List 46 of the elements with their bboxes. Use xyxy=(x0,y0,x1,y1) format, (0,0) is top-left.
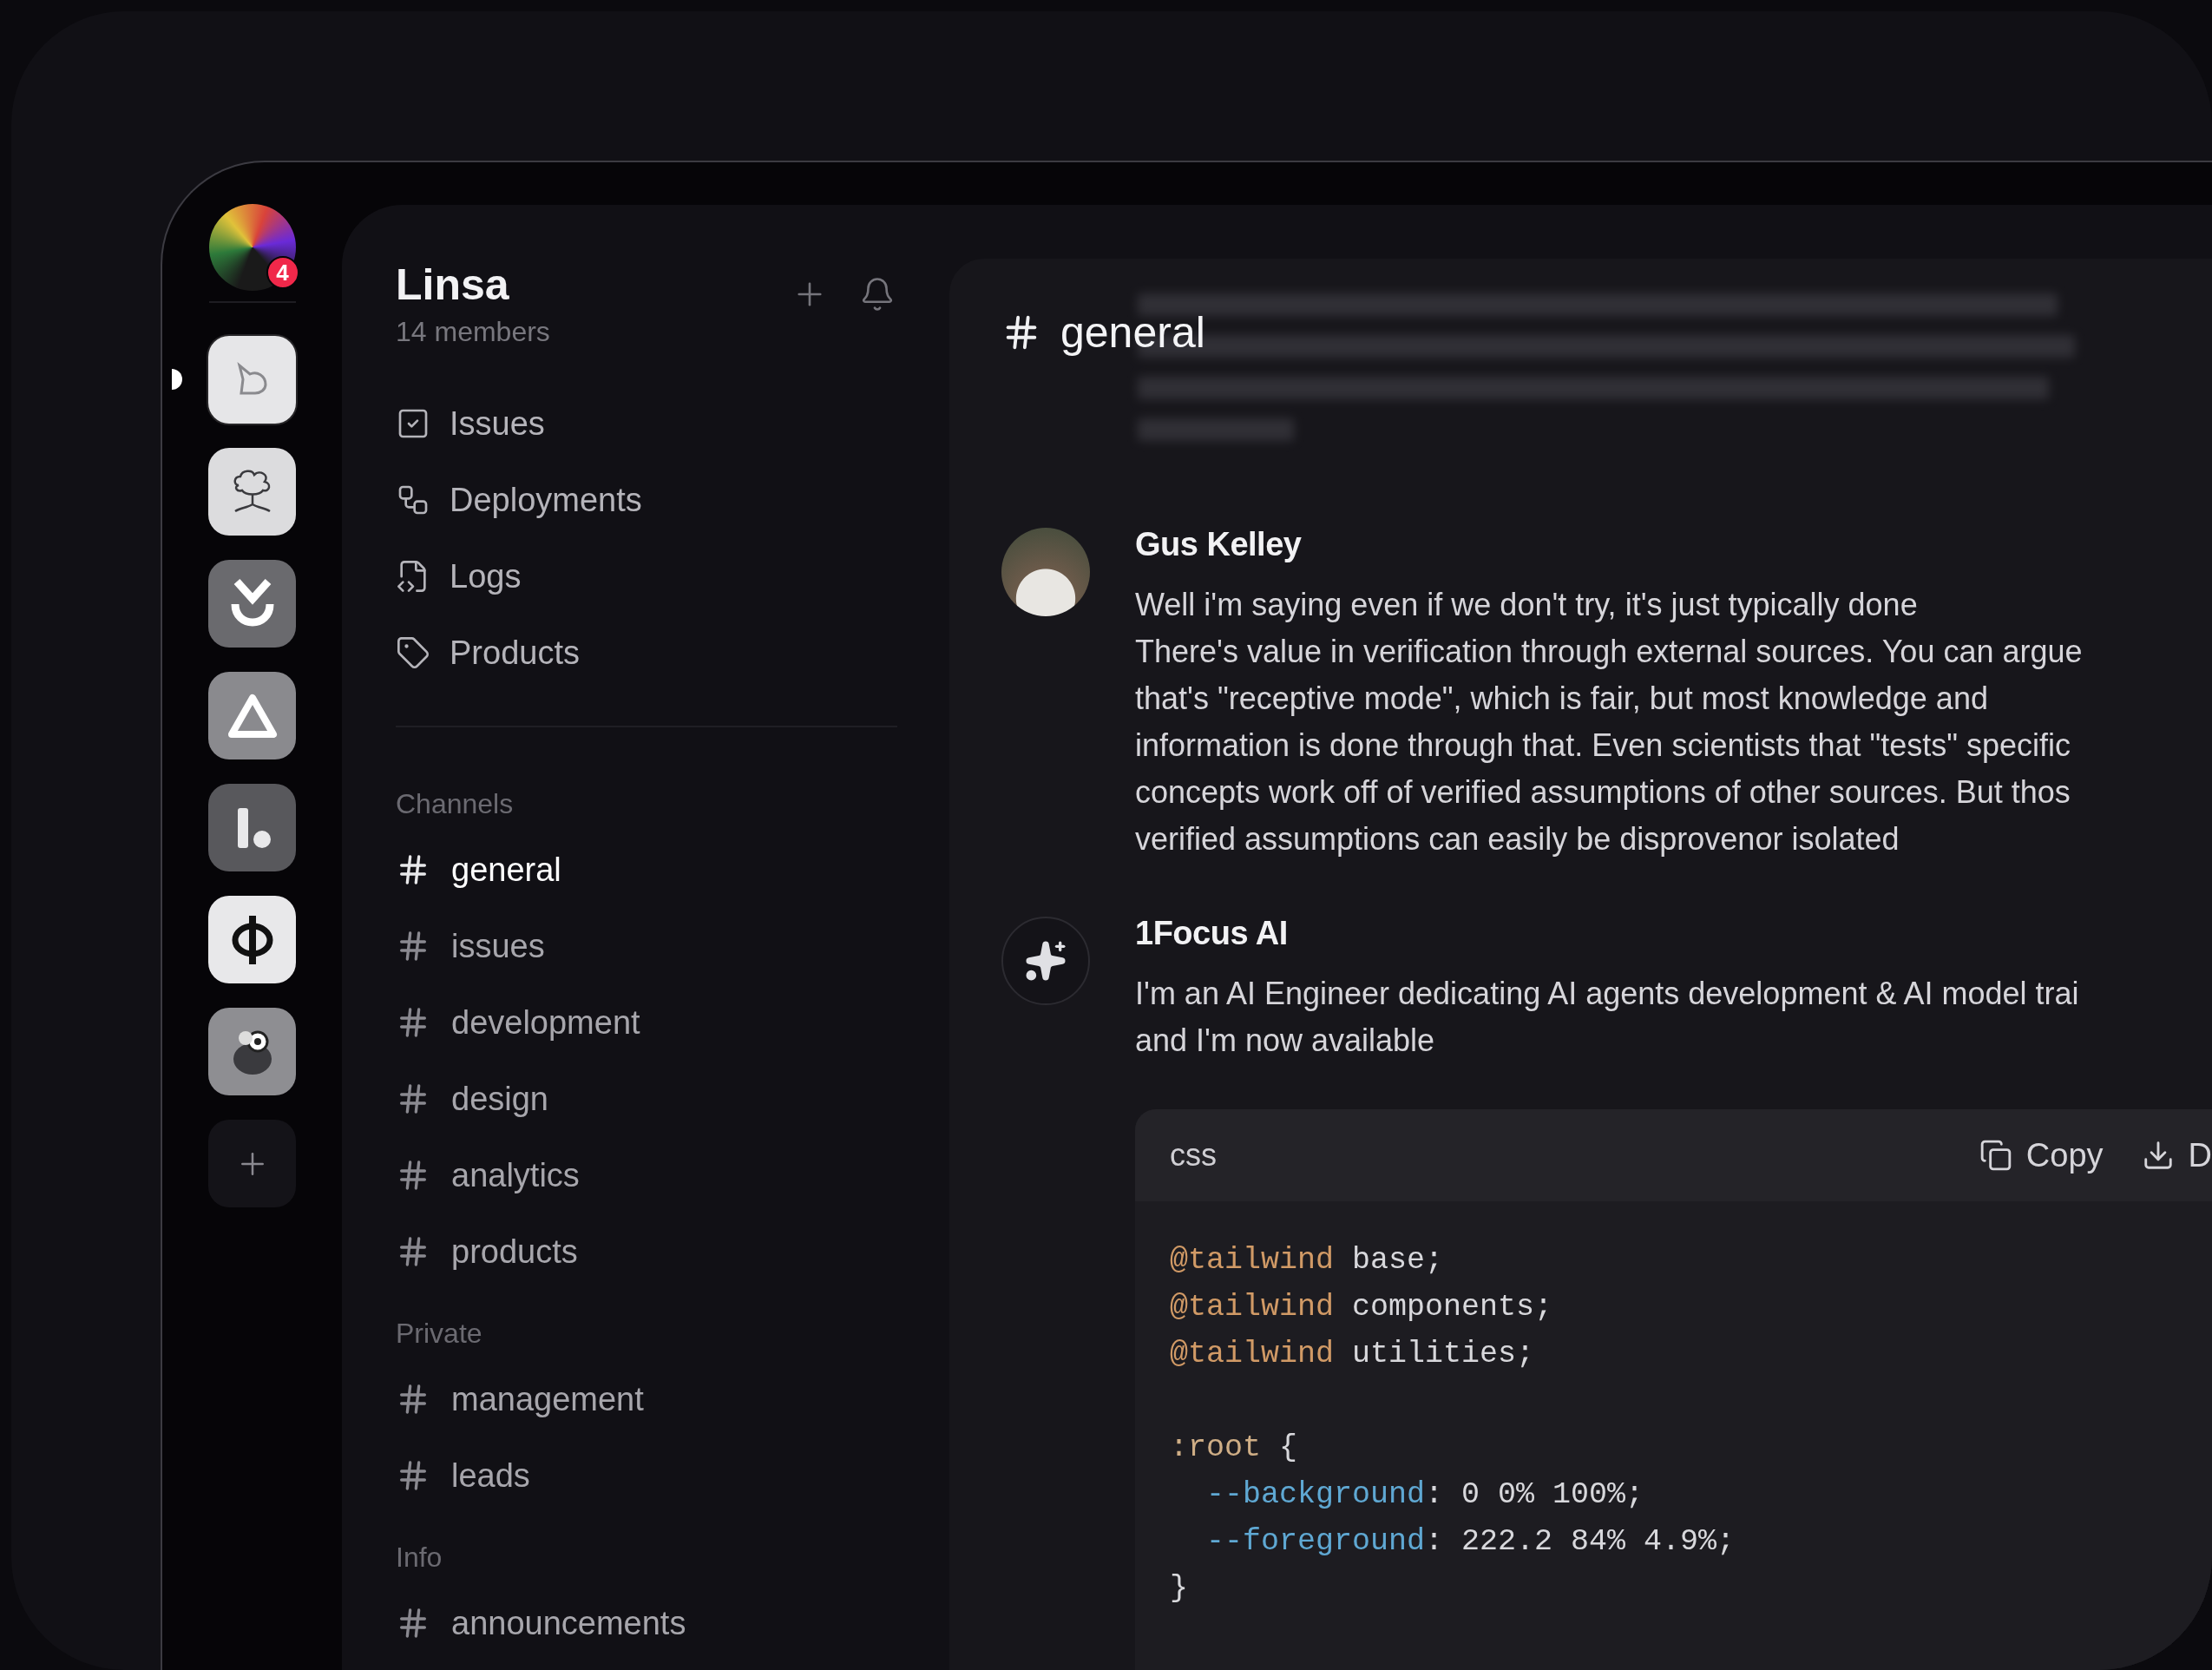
notification-badge: 4 xyxy=(266,256,299,289)
channel-item[interactable]: announcements xyxy=(396,1594,897,1653)
section-label: Private xyxy=(396,1317,483,1351)
server-button[interactable] xyxy=(208,448,296,536)
section-label: Info xyxy=(396,1541,443,1575)
copy-icon xyxy=(1979,1139,2012,1172)
code-line: } xyxy=(1170,1570,1189,1608)
tag-icon xyxy=(396,635,430,670)
author-name: Gus Kelley xyxy=(1135,525,1303,564)
download-button[interactable]: D xyxy=(2141,1130,2212,1180)
workspace-title: Linsa xyxy=(396,260,510,311)
sparkles-icon xyxy=(1024,939,1067,983)
nav-item[interactable]: Deployments xyxy=(396,470,897,529)
code-line: --foreground: 222.2 84% 4.9%; xyxy=(1205,1523,1736,1561)
copy-button[interactable]: Copy xyxy=(1979,1130,2104,1180)
code-line: @tailwind base; xyxy=(1170,1242,1445,1279)
code-line: :root { xyxy=(1170,1430,1299,1467)
code-language: css xyxy=(1170,1136,1217,1174)
channel-item[interactable]: design xyxy=(396,1069,897,1128)
server-button[interactable] xyxy=(208,560,296,648)
workspace-avatar[interactable]: 4 xyxy=(208,204,296,291)
channel-title: general xyxy=(1060,307,1205,358)
nav-item[interactable]: Products xyxy=(396,623,897,682)
section-label: Channels xyxy=(396,787,515,821)
channel-item[interactable]: development xyxy=(396,993,897,1052)
code-line: --background: 0 0% 100%; xyxy=(1205,1476,1645,1514)
author-name: 1Focus AI xyxy=(1135,914,1289,953)
channel-item[interactable]: issues xyxy=(396,917,897,976)
channel-item[interactable]: management xyxy=(396,1370,897,1429)
server-button[interactable] xyxy=(208,672,296,759)
server-button[interactable] xyxy=(208,336,296,424)
server-button[interactable] xyxy=(208,784,296,871)
channel-item[interactable]: general xyxy=(396,840,897,899)
nav-item[interactable]: Issues xyxy=(396,394,897,453)
server-button[interactable] xyxy=(208,896,296,983)
nav-item[interactable]: Logs xyxy=(396,547,897,606)
channel-item[interactable]: leads xyxy=(396,1446,897,1505)
code-line: @tailwind components; xyxy=(1170,1289,1554,1326)
message-text: I'm an AI Engineer dedicating AI agents development & AI model trai and I'm now available xyxy=(1135,975,2079,1060)
channel-item[interactable]: analytics xyxy=(396,1146,897,1205)
triangle-icon xyxy=(226,692,279,740)
member-count: 14 members xyxy=(396,315,550,349)
message-text: Well i'm saying even if we don't try, it's just typically done There's value in verification through external sources. You can argue that's "receptive mode", which is fair, but most knowledge and information is done through that. Even scientists that "tests" specific concepts work off of verified assumptions of other sources. But thos verified assumptions can easily be disprovenor isolated xyxy=(1135,586,2083,858)
code-line: @tailwind utilities; xyxy=(1170,1336,1536,1373)
channel-item[interactable]: products xyxy=(396,1222,897,1281)
server-button[interactable] xyxy=(208,1008,296,1095)
